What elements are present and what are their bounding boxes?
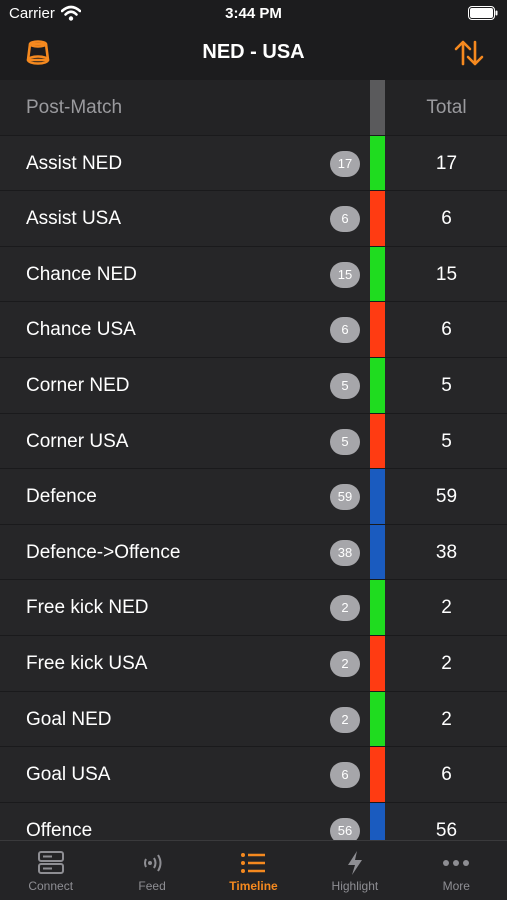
row-total: 2 [441, 597, 452, 619]
tab-highlight[interactable]: Highlight [304, 841, 405, 900]
tab-more[interactable]: More [406, 841, 507, 900]
row-total: 5 [441, 430, 452, 452]
row-total: 15 [435, 263, 458, 285]
table-row[interactable]: Chance NED 15 15 [0, 246, 507, 303]
team-color-strip [370, 580, 385, 635]
tab-label: Connect [28, 879, 74, 893]
team-color-strip [370, 747, 385, 802]
header-label: Post-Match [26, 97, 123, 118]
status-bar: Carrier 3:44 PM [0, 0, 507, 28]
count-badge: 17 [330, 150, 360, 177]
status-time: 3:44 PM [225, 5, 282, 22]
row-label: Assist NED [26, 152, 123, 174]
row-total: 2 [441, 652, 452, 674]
team-color-strip [370, 357, 385, 413]
row-total: 6 [441, 208, 452, 230]
tab-connect[interactable]: Connect [0, 841, 101, 900]
tab-label: More [442, 879, 470, 893]
page-title: NED - USA [202, 41, 305, 63]
count-badge: 2 [330, 595, 360, 622]
count-badge: 38 [330, 539, 360, 566]
row-label: Defence [26, 486, 97, 508]
row-label: Free kick USA [26, 652, 148, 674]
row-label: Goal USA [26, 764, 111, 786]
team-color-strip [370, 135, 385, 191]
tab-bar: Connect Feed Timeline Highlight More [0, 840, 507, 900]
row-total: 6 [441, 319, 452, 341]
count-badge: 56 [330, 817, 360, 840]
team-color-strip [370, 802, 385, 840]
row-label: Corner NED [26, 374, 130, 396]
count-badge: 6 [330, 206, 360, 233]
table-row[interactable]: Defence->Offence 38 38 [0, 524, 507, 581]
navigation-bar: NED - USA [0, 28, 507, 80]
team-color-strip [370, 524, 385, 580]
tab-label: Feed [138, 879, 166, 893]
table-row[interactable]: Goal NED 2 2 [0, 691, 507, 748]
count-badge: 59 [330, 484, 360, 511]
team-color-strip [370, 246, 385, 302]
row-total: 5 [441, 374, 452, 396]
row-total: 38 [435, 541, 458, 563]
battery-icon [468, 6, 498, 20]
row-label: Assist USA [26, 208, 122, 230]
broadcast-icon [144, 854, 162, 872]
sort-icon[interactable] [453, 38, 485, 68]
table-row[interactable]: Corner USA 5 5 [0, 413, 507, 470]
count-badge: 2 [330, 706, 360, 733]
tab-label: Highlight [331, 879, 379, 893]
team-color-strip [370, 691, 385, 747]
tab-feed[interactable]: Feed [101, 841, 202, 900]
server-icon [37, 851, 64, 874]
row-total: 6 [441, 764, 452, 786]
count-badge: 5 [330, 372, 360, 399]
row-total: 56 [435, 819, 458, 840]
table-row[interactable]: Defence 59 59 [0, 469, 507, 525]
row-label: Free kick NED [26, 597, 149, 619]
count-badge: 2 [330, 650, 360, 677]
header-total: Total [426, 97, 467, 118]
team-color-strip [370, 302, 385, 357]
table-row[interactable]: Chance USA 6 6 [0, 302, 507, 358]
row-label: Goal NED [26, 708, 112, 730]
row-label: Defence->Offence [26, 541, 181, 563]
count-badge: 15 [330, 261, 360, 288]
stats-table[interactable]: Post-Match Total Assist NED 17 17 Assist US… [0, 80, 507, 840]
row-label: Chance NED [26, 263, 137, 285]
count-badge: 5 [330, 428, 360, 455]
team-color-strip [370, 635, 385, 691]
header-color-strip [370, 80, 385, 135]
bolt-icon [347, 851, 362, 875]
count-badge: 6 [330, 762, 360, 789]
row-label: Chance USA [26, 319, 136, 341]
table-header-row: Post-Match Total [0, 80, 507, 136]
table-row[interactable]: Corner NED 5 5 [0, 357, 507, 414]
count-badge: 6 [330, 317, 360, 344]
table-row[interactable]: Goal USA 6 6 [0, 747, 507, 803]
list-icon [241, 853, 266, 873]
table-row[interactable]: Assist USA 6 6 [0, 191, 507, 247]
team-color-strip [370, 469, 385, 524]
row-total: 17 [435, 152, 458, 174]
ellipsis-icon [443, 860, 470, 866]
tab-label: Timeline [229, 879, 278, 893]
tab-timeline[interactable]: Timeline [203, 841, 304, 900]
table-row[interactable]: Free kick NED 2 2 [0, 580, 507, 636]
table-row[interactable]: Offence 56 56 [0, 802, 507, 840]
team-color-strip [370, 191, 385, 246]
row-total: 59 [435, 486, 458, 508]
row-label: Offence [26, 819, 93, 840]
team-color-strip [370, 413, 385, 469]
row-total: 2 [441, 708, 452, 730]
table-row[interactable]: Assist NED 17 17 [0, 135, 507, 192]
row-label: Corner USA [26, 430, 129, 452]
table-row[interactable]: Free kick USA 2 2 [0, 635, 507, 692]
